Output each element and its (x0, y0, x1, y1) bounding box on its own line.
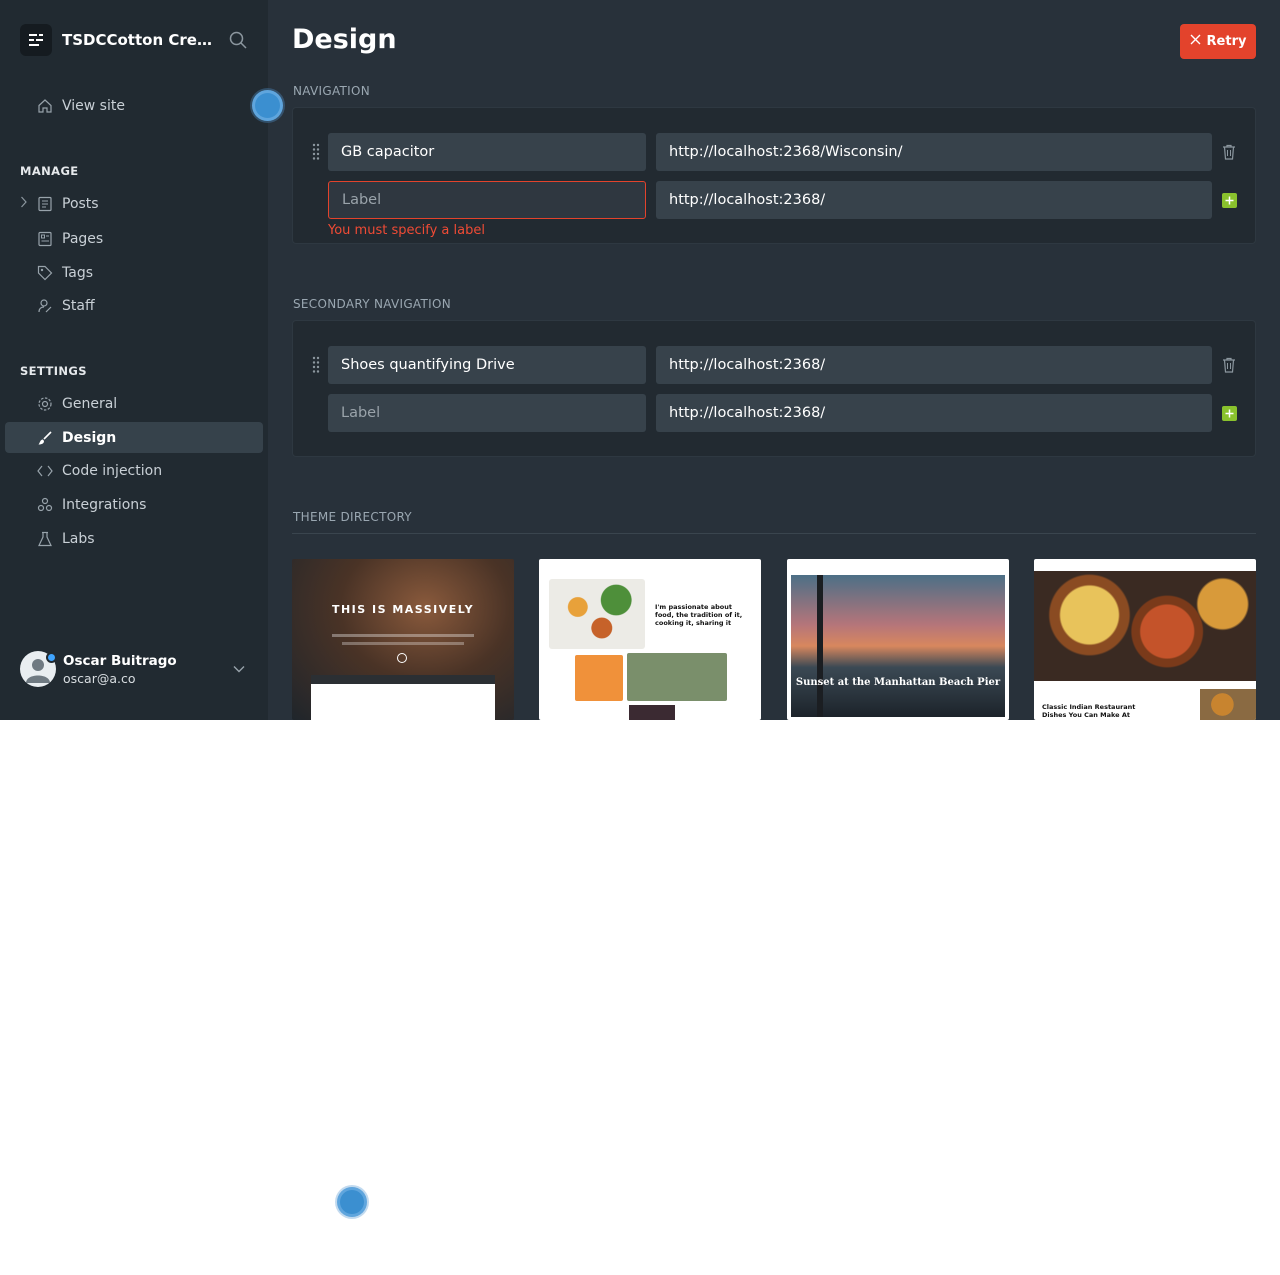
brand[interactable]: TSDCCotton Creati... (20, 24, 214, 56)
app-window: TSDCCotton Creati... View site MANAGE Po… (0, 0, 1280, 720)
theme-nav-bar (311, 675, 495, 684)
secondary-nav-item-label-input[interactable]: Shoes quantifying Drive (328, 346, 646, 384)
theme-image-small (1200, 689, 1256, 720)
add-icon[interactable] (1222, 406, 1237, 421)
page-title: Design (292, 24, 397, 55)
theme-card-massively[interactable]: THIS IS MASSIVELY (292, 559, 514, 720)
flask-icon (36, 530, 54, 548)
nav-item-url-input[interactable]: http://localhost:2368/Wisconsin/ (656, 133, 1212, 171)
theme-text-line (332, 634, 474, 637)
theme-headline: Sunset at the Manhattan Beach Pier (795, 677, 1001, 688)
theme-card-pacific[interactable]: Sunset at the Manhattan Beach Pier (787, 559, 1009, 720)
arrow-down-icon (397, 653, 407, 663)
view-site-label: View site (62, 97, 125, 114)
search-icon[interactable] (228, 30, 250, 52)
site-title: TSDCCotton Creati... (62, 31, 214, 49)
label-error-message: You must specify a label (328, 223, 485, 238)
cursor-indicator (337, 1187, 367, 1217)
divider (292, 533, 1256, 534)
retry-button[interactable]: Retry (1180, 24, 1256, 59)
secondary-navigation-section-title: SECONDARY NAVIGATION (293, 297, 451, 311)
posts-icon (36, 195, 54, 213)
sidebar-item-label: Staff (62, 297, 95, 314)
new-nav-label-input[interactable]: Label (328, 181, 646, 219)
pages-icon (36, 230, 54, 248)
staff-icon (36, 297, 54, 315)
retry-label: Retry (1206, 34, 1247, 49)
sidebar-item-code-injection[interactable]: Code injection (5, 455, 263, 486)
new-nav-url-input[interactable]: http://localhost:2368/ (656, 181, 1212, 219)
theme-directory-section-title: THEME DIRECTORY (293, 510, 412, 524)
new-secondary-nav-url-input[interactable]: http://localhost:2368/ (656, 394, 1212, 432)
code-icon (36, 462, 54, 480)
sidebar-item-label: Pages (62, 230, 104, 247)
chevron-down-icon[interactable] (232, 661, 248, 677)
theme-text-line (342, 642, 464, 645)
theme-card-orange (575, 655, 623, 701)
brush-icon (36, 429, 54, 447)
user-name: Oscar Buitrago (63, 652, 177, 669)
theme-headline: I'm passionate about food, the tradition… (655, 603, 743, 627)
theme-image (791, 575, 1005, 717)
manage-section-title: MANAGE (20, 164, 79, 178)
sidebar-item-labs[interactable]: Labs (5, 523, 263, 554)
add-icon[interactable] (1222, 193, 1237, 208)
home-icon (36, 97, 54, 115)
sidebar: TSDCCotton Creati... View site MANAGE Po… (0, 0, 268, 720)
close-icon (1190, 34, 1201, 49)
notification-dot (46, 652, 57, 663)
nav-item-label-input[interactable]: GB capacitor (328, 133, 646, 171)
navigation-section-title: NAVIGATION (293, 84, 371, 98)
main-content: Design Retry NAVIGATION GB capacitor htt… (268, 0, 1280, 720)
theme-card-food[interactable]: I'm passionate about food, the tradition… (539, 559, 761, 720)
sidebar-item-design[interactable]: Design (5, 422, 263, 453)
drag-handle-icon[interactable] (312, 143, 320, 161)
sidebar-item-label: Posts (62, 195, 99, 212)
theme-card-dark (629, 705, 675, 720)
sidebar-item-label: Labs (62, 530, 95, 547)
theme-card-green (627, 653, 727, 701)
trash-icon[interactable] (1222, 357, 1236, 373)
sidebar-item-label: General (62, 395, 118, 412)
settings-section-title: SETTINGS (20, 364, 87, 378)
secondary-nav-item-url-input[interactable]: http://localhost:2368/ (656, 346, 1212, 384)
theme-card-recipes[interactable]: Classic Indian Restaurant Dishes You Can… (1034, 559, 1256, 720)
sidebar-item-posts[interactable]: Posts (5, 188, 263, 219)
sidebar-item-label: Code injection (62, 462, 163, 479)
tag-icon (36, 264, 54, 282)
sidebar-item-pages[interactable]: Pages (5, 223, 263, 254)
sidebar-item-label: Tags (62, 264, 93, 281)
sidebar-item-label: Integrations (62, 496, 147, 513)
secondary-navigation-panel (292, 320, 1256, 457)
sidebar-item-label: Design (62, 429, 117, 446)
theme-image (1034, 571, 1256, 681)
trash-icon[interactable] (1222, 144, 1236, 160)
gear-icon (36, 395, 54, 413)
sidebar-item-general[interactable]: General (5, 388, 263, 419)
theme-headline: THIS IS MASSIVELY (331, 603, 475, 616)
new-secondary-nav-label-input[interactable]: Label (328, 394, 646, 432)
sidebar-item-integrations[interactable]: Integrations (5, 489, 263, 520)
theme-headline: Classic Indian Restaurant Dishes You Can… (1042, 703, 1136, 719)
sidebar-item-tags[interactable]: Tags (5, 257, 263, 288)
site-logo-icon (20, 24, 52, 56)
cursor-indicator (252, 90, 283, 121)
view-site-link[interactable]: View site (5, 90, 263, 121)
integrations-icon (36, 496, 54, 514)
sidebar-item-staff[interactable]: Staff (5, 290, 263, 321)
theme-image (549, 579, 645, 649)
user-email: oscar@a.co (63, 670, 136, 686)
drag-handle-icon[interactable] (312, 356, 320, 374)
theme-palm-trunk (817, 575, 823, 717)
chevron-right-icon[interactable] (20, 196, 30, 210)
